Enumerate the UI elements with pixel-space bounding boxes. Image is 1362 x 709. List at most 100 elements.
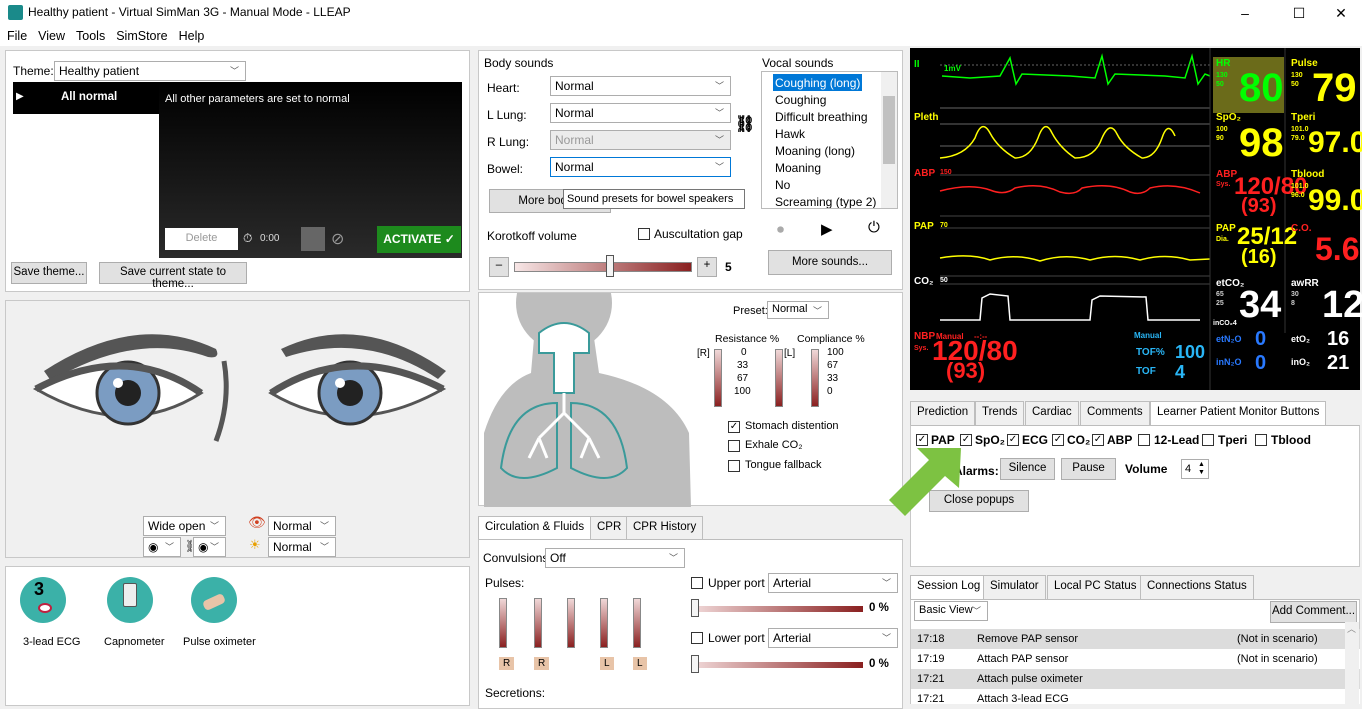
heart-select[interactable]: Normal ﹀	[550, 76, 731, 96]
vocal-list[interactable]: Coughing (long) Coughing Difficult breat…	[761, 71, 898, 209]
theme-select[interactable]: Healthy patient ﹀	[54, 61, 246, 81]
activate-button[interactable]: ACTIVATE ✓	[377, 226, 461, 253]
save-state-button[interactable]: Save current state to theme...	[99, 262, 247, 290]
more-sounds-button[interactable]: More sounds...	[768, 250, 892, 275]
tab-trends[interactable]: Trends	[975, 401, 1025, 425]
menu-view[interactable]: View	[31, 26, 69, 43]
tab-cpr[interactable]: CPR	[590, 516, 629, 539]
play-icon[interactable]: ▶	[821, 220, 833, 238]
pap-value: 25/12	[1237, 223, 1298, 250]
volume-minus-button[interactable]: –	[489, 257, 509, 277]
tab-learner-monitor-buttons[interactable]: Learner Patient Monitor Buttons	[1150, 401, 1327, 426]
no-sound-icon[interactable]: ⊘	[331, 229, 344, 249]
link-icon[interactable]: ⛓	[735, 114, 755, 134]
slider-thumb[interactable]	[606, 255, 614, 277]
save-theme-button[interactable]: Save theme...	[11, 262, 87, 284]
fingerprint-icon[interactable]	[301, 227, 325, 251]
menu-simstore[interactable]: SimStore	[109, 26, 171, 43]
ecg-device-icon[interactable]: 3	[20, 577, 66, 623]
capnometer-icon[interactable]	[107, 577, 153, 623]
add-comment-button[interactable]: Add Comment...	[1270, 601, 1357, 623]
menu-help[interactable]: Help	[172, 26, 209, 43]
tab-cardiac[interactable]: Cardiac	[1025, 401, 1079, 425]
pulse-slider[interactable]	[499, 598, 507, 648]
eyelid-select[interactable]: Wide open ﹀	[143, 516, 226, 536]
tab-simulator[interactable]: Simulator	[983, 575, 1046, 599]
tperi-checkbox[interactable]	[1202, 434, 1214, 446]
volume-plus-button[interactable]: +	[697, 257, 717, 277]
eyes-illustration	[32, 334, 447, 442]
light-reaction-select[interactable]: Normal ﹀	[268, 537, 336, 557]
upper-port-checkbox[interactable]	[691, 577, 703, 589]
vocal-item[interactable]: Coughing	[775, 93, 826, 107]
delete-button[interactable]: Delete	[165, 228, 238, 250]
lower-port-slider[interactable]	[693, 662, 863, 668]
pulse-slider[interactable]	[633, 598, 641, 648]
auscultation-gap-checkbox[interactable]	[638, 228, 650, 240]
log-scrollbar[interactable]: ︿	[1345, 622, 1359, 704]
ecg-checkbox[interactable]: ✓	[1007, 434, 1019, 446]
stomach-distention-checkbox[interactable]: ✓	[728, 421, 740, 433]
theme-item-all-normal[interactable]: ▶ All normal	[13, 82, 159, 114]
lower-port-select[interactable]: Arterial ﹀	[768, 628, 898, 648]
abp-checkbox[interactable]: ✓	[1092, 434, 1104, 446]
vocal-item[interactable]: Difficult breathing	[775, 110, 868, 124]
tab-comments[interactable]: Comments	[1080, 401, 1150, 425]
compliance-slider[interactable]	[811, 349, 819, 407]
korotkoff-slider[interactable]	[514, 262, 692, 272]
tab-connections-status[interactable]: Connections Status	[1140, 575, 1254, 599]
stop-icon[interactable]: ⏺	[777, 221, 784, 238]
pupil-reaction-select[interactable]: Normal ﹀	[268, 516, 336, 536]
tongue-fallback-checkbox[interactable]	[728, 460, 740, 472]
volume-spinner[interactable]: 4 ▲ ▼	[1181, 459, 1209, 479]
pulse-slider[interactable]	[534, 598, 542, 648]
silence-button[interactable]: Silence	[1000, 458, 1055, 480]
resistance-right-slider[interactable]	[714, 349, 722, 407]
preset-select[interactable]: Normal ﹀	[767, 301, 829, 319]
pause-button[interactable]: Pause	[1061, 458, 1116, 480]
loop-icon[interactable]: ⏻	[868, 219, 880, 236]
pulse-slider[interactable]	[567, 598, 575, 648]
pulse-slider[interactable]	[600, 598, 608, 648]
lower-port-checkbox[interactable]	[691, 632, 703, 644]
vocal-item[interactable]: No	[775, 178, 790, 192]
vocal-item[interactable]: Moaning (long)	[775, 144, 855, 158]
bowel-select[interactable]: Normal ﹀	[550, 157, 731, 177]
tab-cpr-history[interactable]: CPR History	[626, 516, 704, 539]
12lead-checkbox[interactable]	[1138, 434, 1150, 446]
close-button[interactable]: ✕	[1318, 2, 1362, 24]
tab-prediction[interactable]: Prediction	[910, 401, 976, 425]
minimize-button[interactable]: –	[1222, 2, 1268, 24]
tab-circulation[interactable]: Circulation & Fluids	[478, 516, 592, 540]
upper-port-select[interactable]: Arterial ﹀	[768, 573, 898, 593]
slider-thumb[interactable]	[691, 655, 699, 673]
slider-thumb[interactable]	[691, 599, 699, 617]
co2-checkbox[interactable]: ✓	[1052, 434, 1064, 446]
pap-checkbox[interactable]: ✓	[916, 434, 928, 446]
vocal-item[interactable]: Coughing (long)	[775, 76, 860, 90]
menu-file[interactable]: File	[0, 26, 31, 43]
spo2-checkbox[interactable]: ✓	[960, 434, 972, 446]
tblood-checkbox[interactable]	[1255, 434, 1267, 446]
vocal-item[interactable]: Hawk	[775, 127, 805, 141]
upper-port-slider[interactable]	[693, 606, 863, 612]
view-select[interactable]: Basic View ﹀	[914, 601, 988, 621]
exhale-co2-checkbox[interactable]	[728, 440, 740, 452]
table-row[interactable]: 17:21 Attach pulse oximeter	[911, 669, 1360, 689]
table-row[interactable]: 17:21 Attach 3-lead ECG	[911, 689, 1360, 704]
vocal-item[interactable]: Moaning	[775, 161, 821, 175]
tab-session-log[interactable]: Session Log	[910, 575, 988, 600]
table-row[interactable]: 17:19 Attach PAP sensor (Not in scenario)	[911, 649, 1360, 669]
pupil-left-select[interactable]: ◉ ﹀	[143, 537, 181, 557]
pulse-oximeter-icon[interactable]	[191, 577, 237, 623]
maximize-button[interactable]: ☐	[1276, 2, 1322, 24]
convulsions-select[interactable]: Off ﹀	[545, 548, 685, 568]
table-row[interactable]: 17:18 Remove PAP sensor (Not in scenario)	[911, 629, 1360, 649]
menu-tools[interactable]: Tools	[69, 26, 109, 43]
vocal-scrollbar[interactable]	[881, 72, 897, 208]
tab-local-pc-status[interactable]: Local PC Status	[1047, 575, 1144, 599]
llung-select[interactable]: Normal ﹀	[550, 103, 731, 123]
pupil-right-select[interactable]: ◉ ﹀	[193, 537, 226, 557]
resistance-left-slider[interactable]	[775, 349, 783, 407]
vocal-item[interactable]: Screaming (type 2)	[775, 195, 876, 208]
